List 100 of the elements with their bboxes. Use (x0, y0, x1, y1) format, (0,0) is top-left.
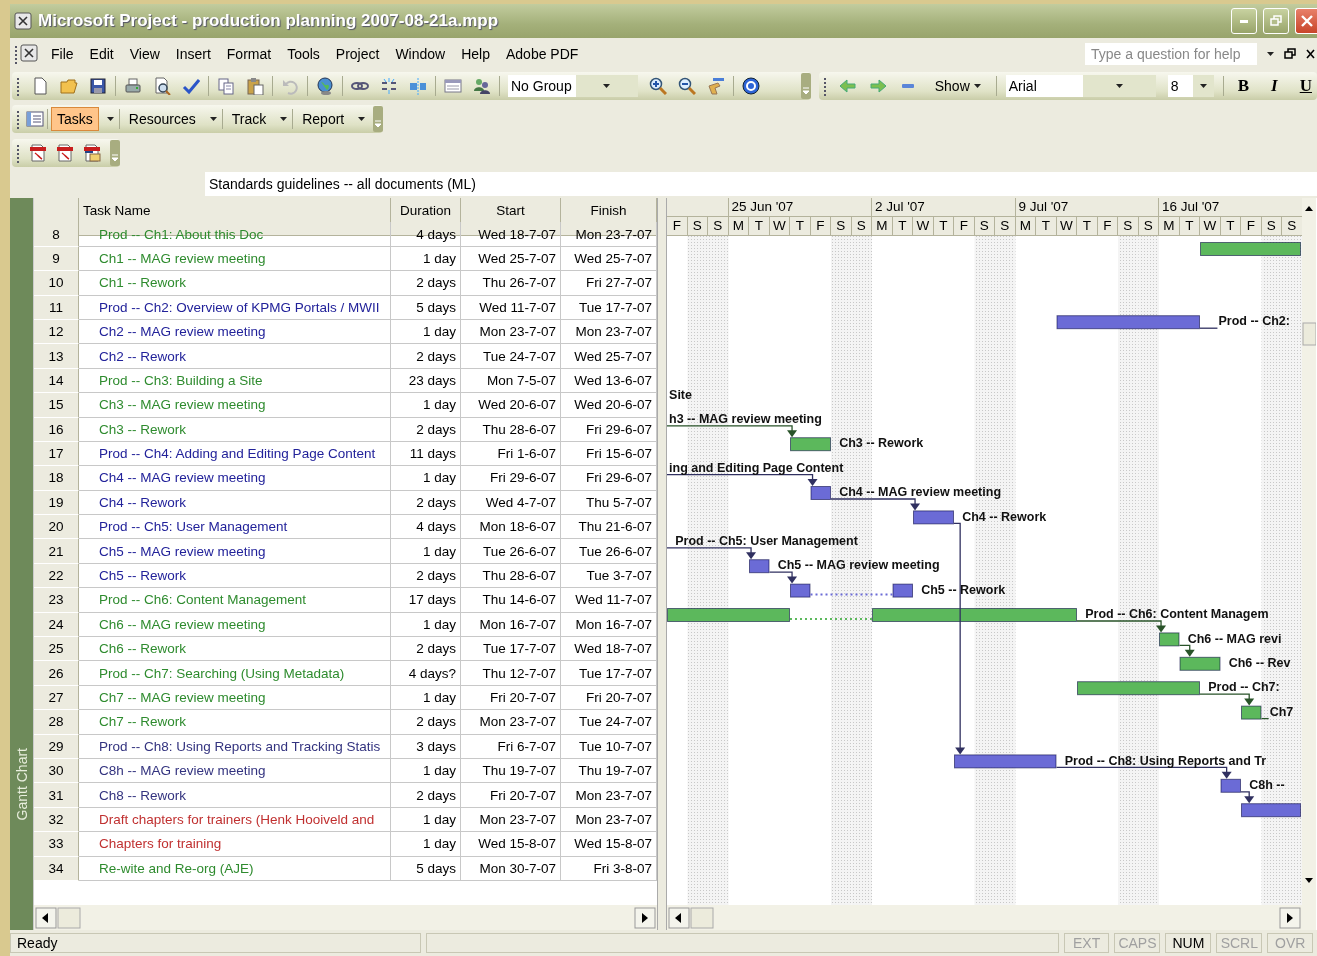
task-bar[interactable] (913, 510, 954, 525)
folder-icon[interactable] (60, 77, 78, 95)
help-search-field[interactable]: Type a question for help (1085, 43, 1257, 65)
zoom-in-icon[interactable] (649, 77, 667, 95)
copy-icon[interactable] (217, 77, 235, 95)
checkmark-icon[interactable] (182, 77, 200, 95)
row-number: 15 (34, 393, 79, 418)
menu-item[interactable]: Edit (82, 43, 121, 65)
print-preview-icon[interactable] (153, 77, 171, 95)
minimize-button[interactable] (1231, 8, 1257, 34)
grip-handle[interactable] (822, 76, 827, 96)
menu-item[interactable]: Tools (280, 43, 327, 65)
text-style-button[interactable]: B (1232, 75, 1255, 97)
timescale-day: M (1015, 217, 1036, 236)
table-cell: Mon 23-7-07 (461, 319, 561, 345)
task-bar[interactable] (1056, 315, 1200, 330)
arrow-right-icon[interactable] (868, 77, 887, 95)
zoom-out-icon[interactable] (678, 77, 696, 95)
task-bar[interactable] (1179, 656, 1221, 671)
task-bar[interactable] (1241, 705, 1262, 720)
grip-handle[interactable] (16, 109, 20, 129)
guide-tab[interactable]: Resources (122, 107, 202, 131)
show-menu-button[interactable]: Show (928, 74, 987, 98)
clipboard-icon[interactable] (246, 77, 264, 95)
split-task-icon[interactable] (409, 77, 427, 95)
printer-icon[interactable] (124, 77, 142, 95)
task-bar[interactable] (872, 608, 1077, 622)
close-icon[interactable] (1306, 49, 1315, 59)
pdf-document-icon[interactable] (29, 144, 47, 162)
task-bar[interactable] (1159, 632, 1180, 647)
entry-field[interactable]: Standards guidelines -- all documents (ML) (205, 172, 1317, 196)
grip-handle[interactable] (16, 76, 20, 96)
guide-tab[interactable]: Tasks (51, 107, 99, 131)
menu-item[interactable]: View (122, 43, 167, 65)
table-cell: 4 days (391, 222, 461, 247)
table-cell: Mon 18-6-07 (461, 515, 561, 540)
status-text: Ready (10, 933, 421, 953)
arrow-left-icon[interactable] (838, 77, 857, 95)
row-number: 20 (34, 515, 79, 540)
font-combo[interactable]: Arial (1005, 75, 1156, 97)
table-cell: Tue 26-6-07 (461, 539, 561, 564)
grip-handle[interactable] (14, 44, 18, 64)
table-cell: 2 days (391, 344, 461, 369)
table-cell: 2 days (391, 563, 461, 589)
task-name-cell: Ch2 -- Rework (79, 344, 391, 369)
menu-item[interactable]: Window (388, 43, 453, 65)
text-style-button[interactable]: I (1266, 75, 1283, 97)
task-bar[interactable] (1241, 803, 1301, 818)
row-number: 30 (34, 759, 79, 784)
task-bar[interactable] (954, 754, 1057, 769)
task-name-cell: Prod -- Ch6: Content Management (79, 588, 391, 613)
pdf-mail-icon[interactable] (83, 144, 101, 162)
task-name-cell: Ch8 -- Rework (79, 783, 391, 808)
timescale-day: W (1200, 217, 1221, 236)
table-cell: Wed 11-7-07 (461, 295, 561, 320)
status-indicator: CAPS (1114, 933, 1161, 953)
grip-handle[interactable] (16, 143, 20, 163)
menu-item[interactable]: Help (454, 43, 497, 65)
task-bar[interactable] (667, 608, 790, 622)
broken-link-icon[interactable] (380, 77, 398, 95)
table-cell: 23 days (391, 368, 461, 394)
task-bar[interactable] (749, 559, 770, 574)
horizontal-scrollbar[interactable] (667, 905, 1302, 930)
bar-label: C8h -- (1249, 778, 1285, 792)
font-size-combo[interactable]: 8 (1167, 75, 1214, 97)
text-style-button[interactable]: U (1294, 75, 1317, 97)
toolbar-options-button[interactable] (373, 106, 384, 132)
globe-icon[interactable] (316, 77, 334, 95)
bar-label: Prod -- Ch6: Content Managem (1085, 607, 1269, 622)
menu-item[interactable]: Project (328, 43, 387, 65)
guide-tab[interactable]: Track (225, 107, 273, 131)
row-number: 28 (34, 710, 79, 735)
menu-item[interactable]: Adobe PDF (499, 43, 586, 65)
task-bar[interactable] (1200, 242, 1301, 256)
menu-item[interactable]: Format (219, 43, 279, 65)
list-icon[interactable] (26, 110, 44, 128)
table-cell: 2 days (391, 271, 461, 296)
task-name-cell: Ch1 -- MAG review meeting (79, 246, 391, 272)
task-bar[interactable] (1077, 681, 1200, 696)
task-bar[interactable] (790, 437, 831, 452)
close-button[interactable] (1295, 8, 1317, 34)
task-bar[interactable] (790, 583, 811, 598)
horizontal-scrollbar[interactable] (34, 905, 657, 930)
table-cell: Tue 24-7-07 (461, 344, 561, 369)
guide-tab[interactable]: Report (296, 107, 351, 131)
people-icon[interactable] (473, 77, 491, 95)
group-combo[interactable]: No Group (508, 75, 638, 97)
notes-icon[interactable] (444, 77, 462, 95)
task-name-cell: C8h -- MAG review meeting (79, 759, 391, 784)
toolbar-options-button[interactable] (800, 73, 811, 99)
pdf-document-icon[interactable] (56, 144, 74, 162)
task-bar[interactable] (1220, 778, 1241, 793)
menu-item[interactable]: Insert (168, 43, 218, 65)
restore-button[interactable] (1263, 8, 1289, 34)
restore-window-icon[interactable] (1284, 48, 1296, 60)
task-bar[interactable] (892, 583, 913, 598)
task-bar[interactable] (810, 486, 831, 500)
toolbar-options-button[interactable] (110, 140, 120, 166)
menu-item[interactable]: File (44, 43, 81, 65)
document-icon[interactable] (31, 77, 49, 95)
